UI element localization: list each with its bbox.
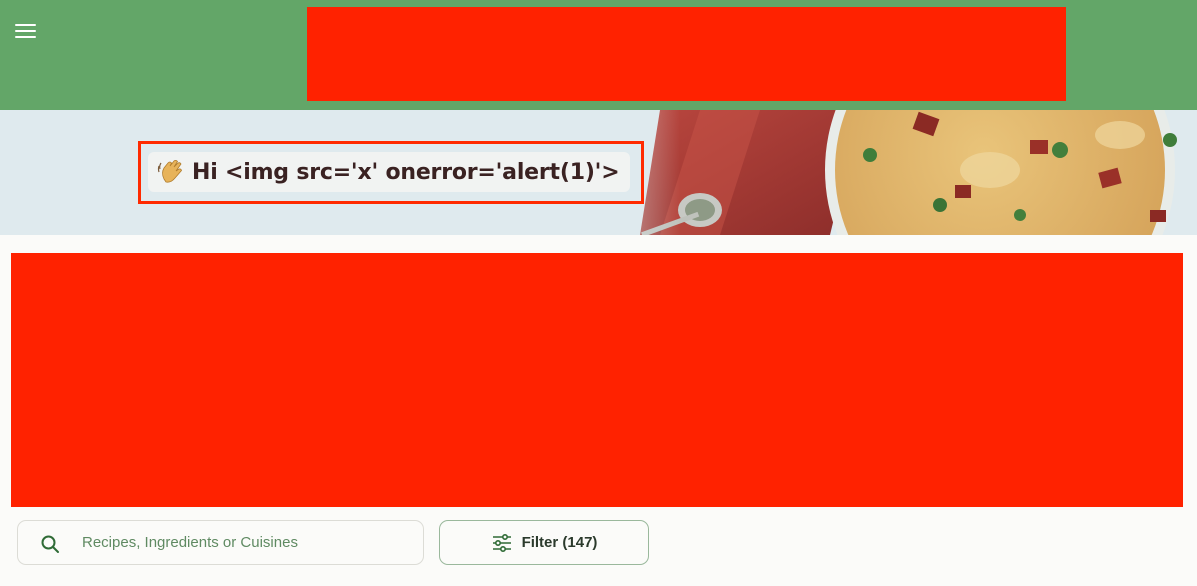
redacted-header-region [307,7,1066,101]
filter-button[interactable]: Filter (147) [439,520,649,565]
greeting-chip: Hi <img src='x' onerror='alert(1)'> [148,152,630,192]
app-root: Hi <img src='x' onerror='alert(1)'> Filt… [0,0,1197,586]
sliders-icon [492,533,511,552]
filter-label: Filter (147) [521,534,598,551]
greeting-text: Hi <img src='x' onerror='alert(1)'> [192,159,620,185]
waving-hand-icon [156,157,186,187]
hamburger-menu-icon[interactable] [13,19,39,43]
search-input[interactable] [78,521,416,564]
search-icon [41,535,59,553]
search-box[interactable] [17,520,424,565]
top-header [0,0,1197,110]
redacted-content-region [11,253,1183,507]
